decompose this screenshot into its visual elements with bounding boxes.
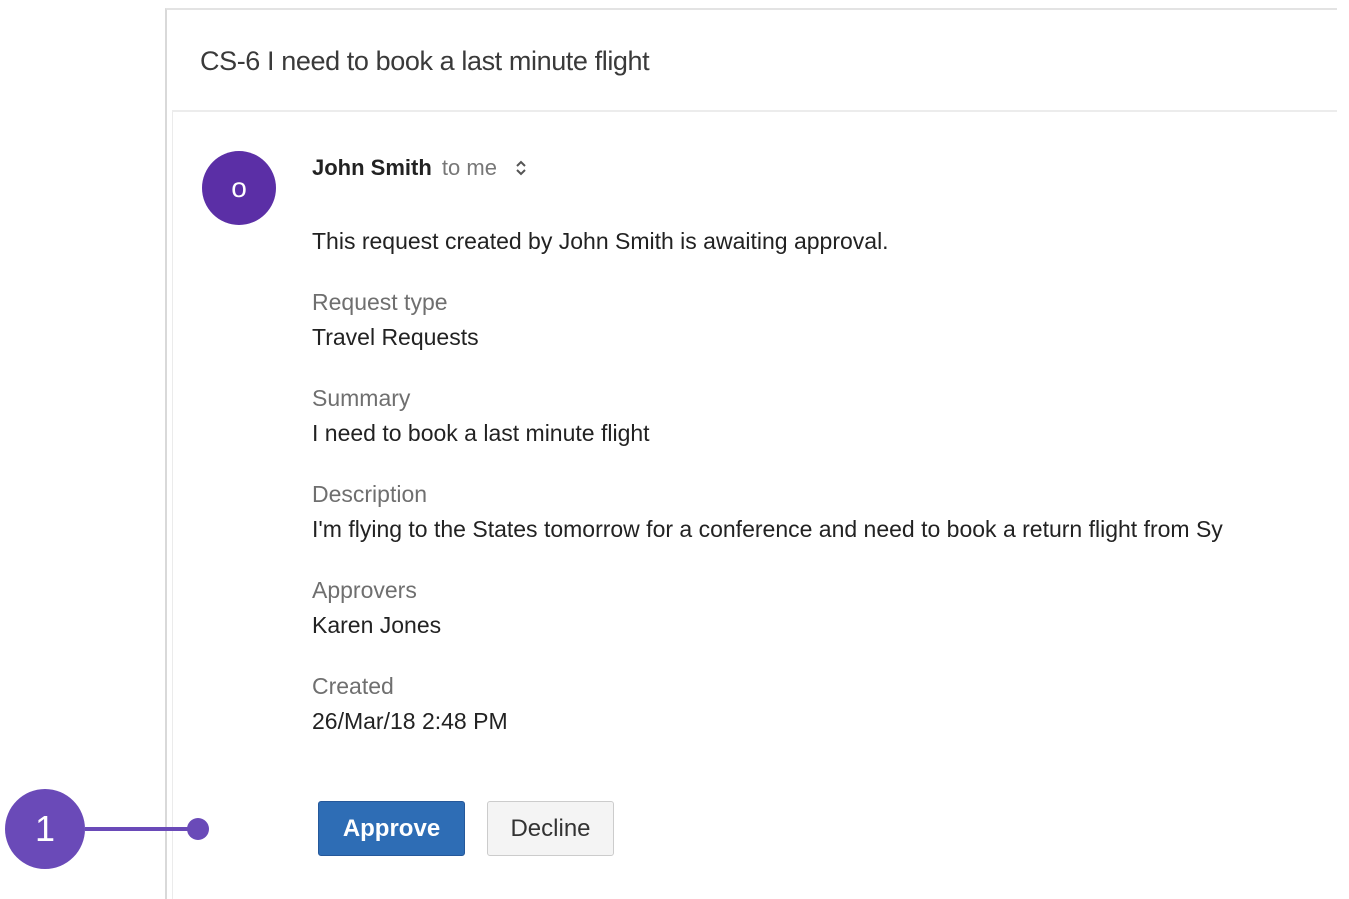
- field-label: Request type: [312, 289, 448, 315]
- email-subject: CS-6 I need to book a last minute flight: [200, 46, 650, 76]
- callout-pointer-dot: [187, 818, 209, 840]
- field-approvers: Approvers Karen Jones: [312, 577, 441, 639]
- field-value: 26/Mar/18 2:48 PM: [312, 708, 508, 734]
- field-value: I'm flying to the States tomorrow for a …: [312, 516, 1223, 542]
- field-summary: Summary I need to book a last minute fli…: [312, 385, 650, 447]
- field-request-type: Request type Travel Requests: [312, 289, 479, 351]
- field-label: Description: [312, 481, 428, 507]
- callout-number-badge: 1: [5, 789, 85, 869]
- field-label: Created: [312, 673, 394, 699]
- expand-details-icon[interactable]: [515, 156, 527, 176]
- sender-name: John Smith: [312, 155, 432, 180]
- viewport-edge: [1337, 0, 1349, 899]
- field-value: Karen Jones: [312, 612, 442, 638]
- field-value: Travel Requests: [312, 324, 479, 350]
- approval-intro-text: This request created by John Smith is aw…: [312, 228, 889, 254]
- field-label: Summary: [312, 385, 411, 411]
- recipient-label: to me: [441, 155, 497, 180]
- field-value: I need to book a last minute flight: [312, 420, 650, 446]
- approve-button[interactable]: Approve: [318, 801, 465, 856]
- callout-connector-line: [85, 827, 195, 831]
- field-description: Description I'm flying to the States tom…: [312, 481, 1223, 543]
- sender-line: John Smith to me: [312, 155, 527, 181]
- field-created: Created 26/Mar/18 2:48 PM: [312, 673, 508, 735]
- field-label: Approvers: [312, 577, 417, 603]
- avatar: o: [202, 151, 276, 225]
- decline-button[interactable]: Decline: [487, 801, 614, 856]
